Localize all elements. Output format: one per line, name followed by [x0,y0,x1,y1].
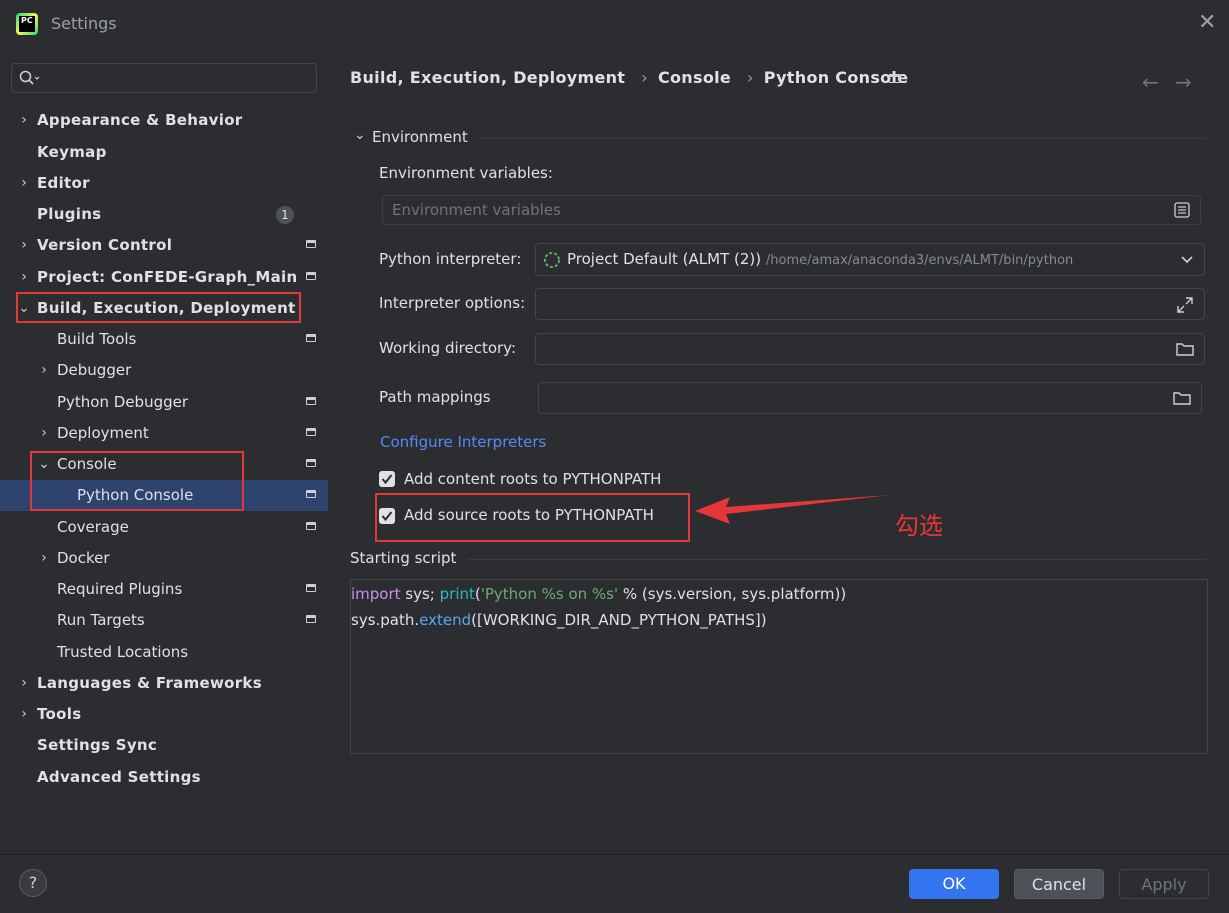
search-icon [19,70,40,85]
add-source-roots-checkbox[interactable] [379,508,395,524]
interpreter-select[interactable]: Project Default (ALMT (2)) /home/amax/an… [535,243,1205,276]
interpreter-name: Project Default (ALMT (2)) [567,250,762,268]
sidebar-item-project[interactable]: › Project: ConFEDE-Graph_Main [0,262,328,292]
code-line-2: sys.path.extend([WORKING_DIR_AND_PYTHON_… [351,611,767,629]
chevron-right-icon: › [21,237,27,253]
sidebar-item-coverage[interactable]: Coverage [0,512,328,542]
window-title: Settings [51,14,117,33]
checkmark-icon [381,511,393,522]
highlight-box-console [30,451,244,511]
chevron-right-icon: › [41,550,47,566]
project-level-icon [306,272,316,280]
folder-icon[interactable] [1173,390,1191,406]
chevron-right-icon: › [41,362,47,378]
project-level-icon [306,334,316,342]
title-bar: PC Settings ✕ [0,0,1229,48]
project-level-icon [306,240,316,248]
chevron-right-icon: › [21,175,27,191]
chevron-right-icon: › [21,269,27,285]
sidebar-item-editor[interactable]: › Editor [0,168,328,198]
interpreter-label: Python interpreter: [379,250,522,268]
cancel-button[interactable]: Cancel [1014,869,1104,899]
add-content-roots-label[interactable]: Add content roots to PYTHONPATH [404,470,661,488]
breadcrumb-item[interactable]: Console [658,68,731,87]
code-line-1: import sys; print('Python %s on %s' % (s… [351,585,847,603]
highlight-box-build-execution [16,292,301,323]
project-level-icon [306,428,316,436]
starting-script-editor[interactable]: import sys; print('Python %s on %s' % (s… [350,579,1208,754]
breadcrumb-separator: › [747,68,754,87]
environment-section-title: Environment [372,128,468,146]
sidebar-item-plugins[interactable]: Plugins 1 [0,199,328,229]
breadcrumb: Build, Execution, Deployment › Console › Pyt… [350,68,914,90]
sidebar-item-docker[interactable]: › Docker [0,543,328,573]
project-level-icon [306,615,316,623]
checkmark-icon [381,474,393,485]
sidebar-item-version-control[interactable]: › Version Control [0,230,328,260]
chevron-down-icon[interactable]: ⌄ [354,127,366,143]
sidebar-item-keymap[interactable]: Keymap [0,137,328,167]
apply-button[interactable]: Apply [1119,869,1209,899]
breadcrumb-item[interactable]: Build, Execution, Deployment [350,68,625,87]
project-level-icon [306,584,316,592]
expand-icon[interactable] [1176,296,1194,314]
add-source-roots-label[interactable]: Add source roots to PYTHONPATH [404,506,654,524]
footer-divider [0,854,1229,855]
annotation-text: 勾选 [895,512,943,540]
interpreter-options-field[interactable] [535,288,1205,320]
env-vars-placeholder: Environment variables [392,201,561,219]
plugins-update-badge: 1 [276,206,294,224]
sidebar-item-languages-frameworks[interactable]: › Languages & Frameworks [0,668,328,698]
path-mappings-label: Path mappings [379,388,491,406]
forward-arrow-icon[interactable]: → [1175,70,1192,94]
path-mappings-field[interactable] [538,382,1202,414]
back-arrow-icon[interactable]: ← [1142,70,1159,94]
project-level-icon [306,522,316,530]
section-divider [468,559,1206,560]
pycharm-logo-icon: PC [16,13,38,35]
env-vars-field[interactable]: Environment variables [382,195,1201,225]
breadcrumb-item: Python Console [763,68,909,87]
annotation-arrow [695,495,890,524]
project-level-icon [306,459,316,467]
sidebar-item-build-tools[interactable]: Build Tools [0,324,328,354]
sidebar-item-deployment[interactable]: › Deployment [0,418,328,448]
section-divider [480,138,1206,139]
chevron-right-icon: › [21,706,27,722]
chevron-right-icon: › [21,112,27,128]
settings-search-input[interactable] [11,63,317,93]
add-content-roots-checkbox[interactable] [379,471,395,487]
configure-interpreters-link[interactable]: Configure Interpreters [380,433,546,451]
folder-icon[interactable] [1176,341,1194,357]
sidebar-item-python-debugger[interactable]: Python Debugger [0,387,328,417]
chevron-down-icon [1181,256,1193,264]
sidebar-item-run-targets[interactable]: Run Targets [0,605,328,635]
interpreter-path: /home/amax/anaconda3/envs/ALMT/bin/pytho… [765,253,1074,268]
working-directory-label: Working directory: [379,339,517,357]
env-vars-label: Environment variables: [379,164,553,182]
edit-list-icon[interactable] [1174,202,1190,218]
project-level-icon [889,74,900,83]
project-level-icon [306,490,316,498]
sidebar-item-required-plugins[interactable]: Required Plugins [0,574,328,604]
starting-script-title: Starting script [350,549,457,567]
sidebar-item-trusted-locations[interactable]: Trusted Locations [0,637,328,667]
project-level-icon [306,397,316,405]
sidebar-item-settings-sync[interactable]: Settings Sync [0,730,328,760]
sidebar-item-debugger[interactable]: › Debugger [0,355,328,385]
breadcrumb-separator: › [641,68,648,87]
loading-spinner-icon [544,252,560,268]
close-icon[interactable]: ✕ [1198,12,1216,34]
chevron-right-icon: › [41,425,47,441]
chevron-right-icon: › [21,675,27,691]
sidebar-item-advanced-settings[interactable]: Advanced Settings [0,762,328,792]
sidebar-item-appearance-behavior[interactable]: › Appearance & Behavior [0,105,328,135]
help-button[interactable]: ? [19,869,47,897]
working-directory-field[interactable] [535,333,1205,365]
ok-button[interactable]: OK [909,869,999,899]
sidebar-item-tools[interactable]: › Tools [0,699,328,729]
interpreter-options-label: Interpreter options: [379,294,526,312]
